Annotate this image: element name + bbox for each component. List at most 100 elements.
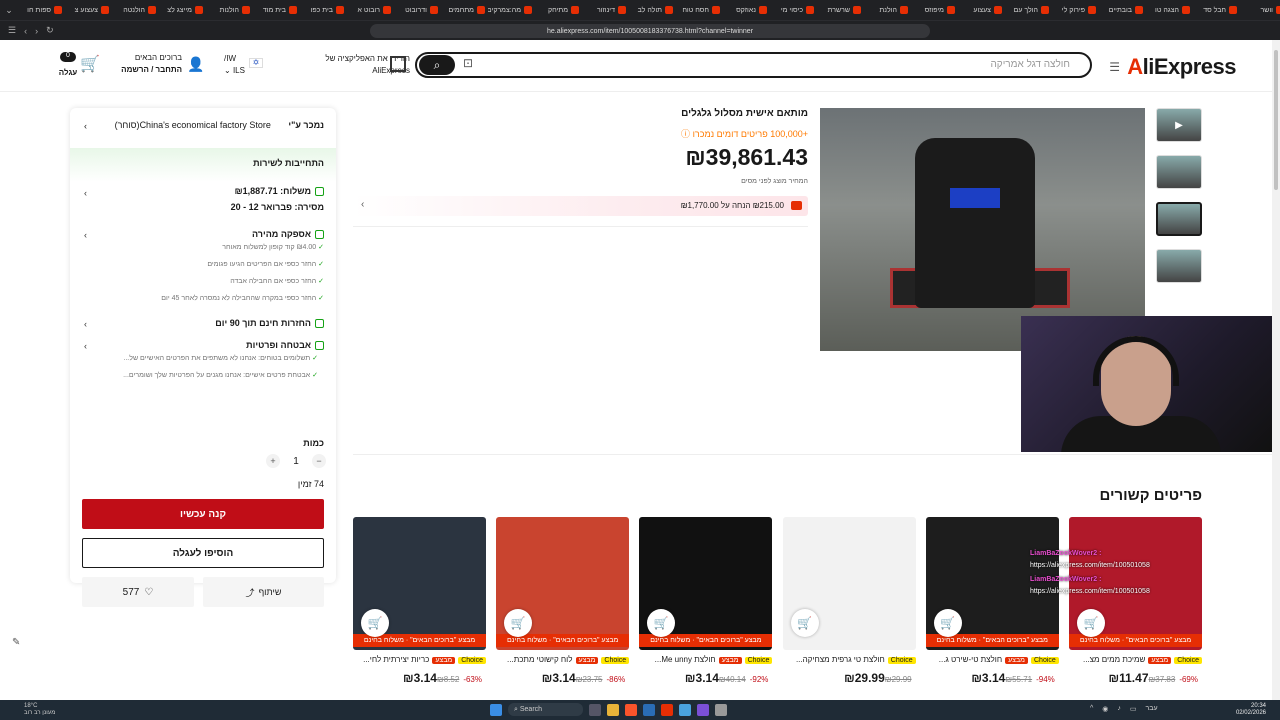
search-input[interactable]: חולצה דגל אמריקה: [990, 59, 1070, 70]
steam-icon[interactable]: [643, 703, 655, 716]
browser-tab[interactable]: הולנת: [864, 2, 911, 18]
add-to-cart-icon[interactable]: 🛒: [933, 609, 962, 637]
aliexpress-logo[interactable]: AliExpress: [1127, 54, 1236, 80]
browser-tab[interactable]: בית כפו: [300, 2, 347, 18]
product-card[interactable]: מבצע "ברוכים הבאים" · משלוח בחינם 🛒 Choice…: [496, 517, 630, 697]
browser-tab[interactable]: חבל סד: [1193, 2, 1240, 18]
share-button[interactable]: שיתוף ⤴: [203, 577, 324, 607]
add-to-cart-button[interactable]: הוסיפו לעגלה: [82, 538, 324, 568]
buy-now-button[interactable]: קנה עכשיו: [82, 499, 324, 529]
clock[interactable]: 20:34 02/02/2026: [1236, 703, 1266, 717]
returns-row[interactable]: החזרות חינם תוך 90 יום: [84, 318, 324, 329]
fast-delivery-row[interactable]: אספקה מהירה ₪4.00 קוד קופון למשלוח מאוחר…: [84, 229, 324, 307]
browser-tab[interactable]: וושר: [1240, 2, 1280, 18]
wishlist-button[interactable]: 577 ♡: [82, 577, 194, 607]
brave-icon[interactable]: [625, 703, 637, 716]
browser-tab[interactable]: מיפוזס: [911, 2, 958, 18]
browser-tab[interactable]: הולך עם: [1005, 2, 1052, 18]
browser-tab[interactable]: בובתיים: [1099, 2, 1146, 18]
browser-tab[interactable]: הצגה טו: [1146, 2, 1193, 18]
browser-tab[interactable]: צעצוע צ: [65, 2, 112, 18]
minus-button[interactable]: −: [312, 454, 326, 468]
network-icon[interactable]: ◉: [1102, 705, 1108, 713]
add-to-cart-icon[interactable]: 🛒: [790, 609, 819, 637]
browser-tab[interactable]: הולנטה: [112, 2, 159, 18]
sidebar-toggle-icon[interactable]: ☰: [8, 25, 16, 36]
thumbnail-video[interactable]: ▶: [1156, 108, 1202, 142]
thumbnail[interactable]: [1156, 249, 1202, 283]
store-link[interactable]: נמכר ע"י China's economical factory Stor…: [84, 120, 324, 130]
browser-tab[interactable]: הולנות: [206, 2, 253, 18]
product-card[interactable]: מבצע "ברוכים הבאים" · משלוח בחינם 🛒 Choice…: [925, 517, 1059, 697]
cart-button[interactable]: 0 עגלה: [56, 52, 80, 77]
scrollbar-thumb[interactable]: [1274, 50, 1278, 190]
shipping-row[interactable]: משלוח: ₪1,887.71 מסירה: פברואר 12 - 20: [84, 186, 324, 212]
browser-tab[interactable]: תולה לב: [629, 2, 676, 18]
cart-icon[interactable]: 🛒: [80, 54, 100, 74]
search-bar[interactable]: חולצה דגל אמריקה ⌕ ⊡: [415, 52, 1092, 78]
thumbnail[interactable]: [1156, 155, 1202, 189]
search-button[interactable]: ⌕: [419, 55, 455, 75]
task-view-icon[interactable]: [589, 703, 601, 716]
security-row[interactable]: אבטחה ופרטיות תשלומים בטוחים: אנחנו לא מ…: [84, 340, 324, 384]
plus-button[interactable]: +: [266, 454, 280, 468]
browser-tab[interactable]: שרשרת: [817, 2, 864, 18]
weather-widget[interactable]: 18°C מעונן רב רוב: [24, 703, 55, 717]
add-to-cart-icon[interactable]: 🛒: [504, 609, 533, 637]
main-product-image[interactable]: [820, 108, 1145, 351]
tab-search-icon[interactable]: ⌄: [3, 0, 15, 20]
browser-tab[interactable]: כיסוי מי: [770, 2, 817, 18]
back-icon[interactable]: ‹: [24, 26, 27, 36]
edit-icon[interactable]: ✎: [12, 637, 20, 648]
browser-tab[interactable]: רובוט א: [347, 2, 394, 18]
language-indicator[interactable]: עבר: [1146, 705, 1158, 713]
language-selector[interactable]: /IW ⌄ ILS: [224, 53, 245, 77]
product-card[interactable]: מבצע "ברוכים הבאים" · משלוח בחינם 🛒 Choice…: [639, 517, 773, 697]
product-card-image[interactable]: 🛒: [782, 517, 916, 650]
product-card[interactable]: מבצע "ברוכים הבאים" · משלוח בחינם 🛒 Choice…: [353, 517, 486, 697]
browser-tab[interactable]: ודרובוט: [394, 2, 441, 18]
israel-flag-icon[interactable]: ✡: [249, 58, 263, 68]
tab-label: הולנת: [879, 6, 897, 14]
quantity-value[interactable]: 1: [293, 456, 299, 467]
browser-tab[interactable]: נאוזקס: [723, 2, 770, 18]
browser-tab[interactable]: צעצוע: [958, 2, 1005, 18]
browser-tab[interactable]: פירוק לי: [1052, 2, 1099, 18]
product-card-image[interactable]: מבצע "ברוכים הבאים" · משלוח בחינם 🛒: [353, 517, 486, 650]
image-search-icon[interactable]: ⊡: [463, 56, 473, 70]
browser-tab[interactable]: בית מוד: [253, 2, 300, 18]
file-explorer-icon[interactable]: [607, 703, 619, 716]
browser-tab[interactable]: דינוזור: [582, 2, 629, 18]
app-icon[interactable]: [679, 703, 691, 716]
chevron-up-icon[interactable]: ^: [1090, 705, 1093, 713]
add-to-cart-icon[interactable]: 🛒: [1077, 609, 1105, 637]
reload-icon[interactable]: ↻: [46, 25, 54, 36]
user-icon[interactable]: 👤: [187, 56, 204, 73]
settings-icon[interactable]: [715, 703, 727, 716]
browser-tab[interactable]: מה:צמרקים: [488, 2, 535, 18]
app-icon[interactable]: [661, 703, 673, 716]
volume-icon[interactable]: ♪: [1117, 705, 1121, 713]
product-card[interactable]: 🛒 Choiceחולצת טי גרפית מצחיקה... ₪29.99₪29…: [782, 517, 916, 697]
browser-tab[interactable]: מתיחק: [535, 2, 582, 18]
browser-tab[interactable]: חסח טוח: [676, 2, 723, 18]
add-to-cart-icon[interactable]: 🛒: [361, 609, 389, 637]
url-bar[interactable]: he.aliexpress.com/item/1005008183376738.…: [370, 24, 930, 38]
browser-tab[interactable]: מתחמים: [441, 2, 488, 18]
product-card-image[interactable]: מבצע "ברוכים הבאים" · משלוח בחינם 🛒: [496, 517, 630, 650]
product-card-image[interactable]: מבצע "ברוכים הבאים" · משלוח בחינם 🛒: [639, 517, 773, 650]
app-icon[interactable]: [697, 703, 709, 716]
forward-icon[interactable]: ›: [35, 26, 38, 36]
browser-tab[interactable]: ספות חו: [18, 2, 65, 18]
browser-tab[interactable]: מייצג לצ: [159, 2, 206, 18]
account-menu[interactable]: ברוכים הבאים התחבר / הרשמה: [120, 52, 182, 76]
taskbar-search[interactable]: ⌕ Search: [508, 703, 583, 716]
battery-icon[interactable]: ▭: [1130, 705, 1137, 713]
product-card[interactable]: מבצע "ברוכים הבאים" · משלוח בחינם 🛒 Choice…: [1069, 517, 1202, 697]
thumbnail-selected[interactable]: [1156, 202, 1202, 236]
scrollbar[interactable]: [1272, 40, 1280, 700]
signin-link[interactable]: התחבר / הרשמה: [120, 64, 182, 76]
start-icon[interactable]: [490, 703, 502, 716]
coupon-banner[interactable]: ₪215.00 הנחה על ₪1,770.00 ‹: [353, 196, 808, 216]
menu-icon[interactable]: ☰: [1109, 60, 1120, 74]
